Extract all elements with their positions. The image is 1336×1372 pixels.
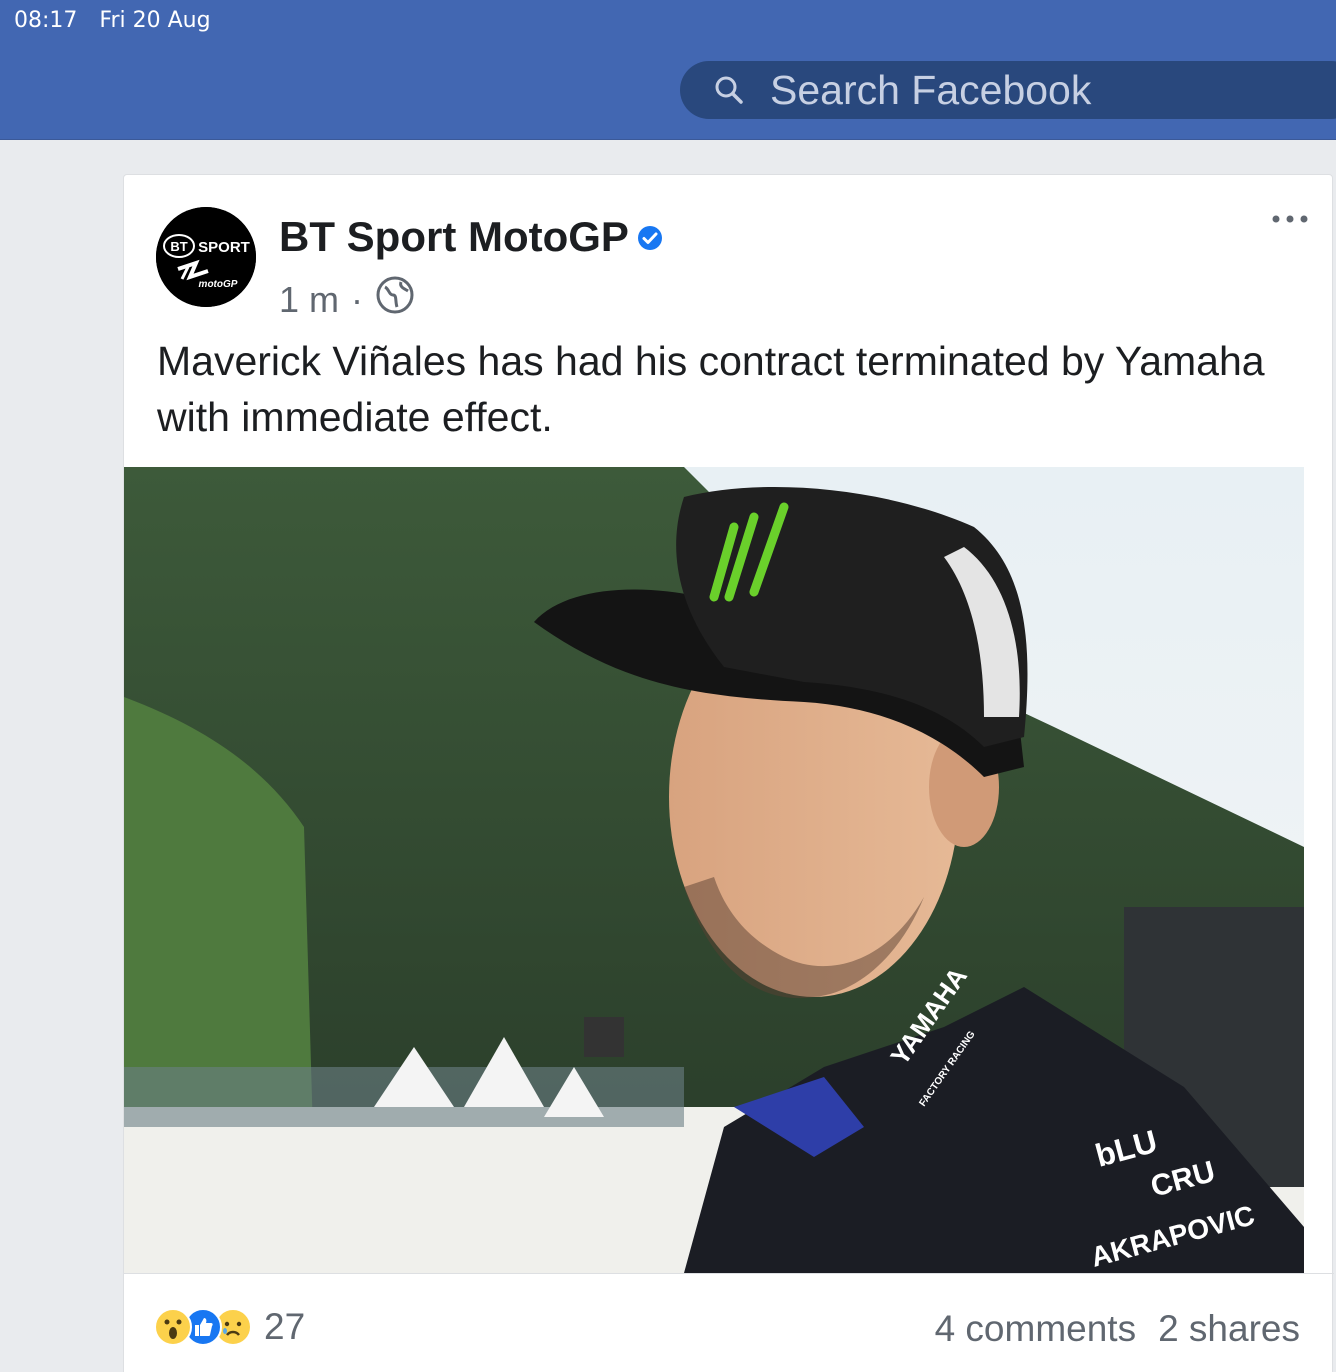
avatar-logo-bt: BT [170, 239, 187, 254]
more-options-icon[interactable] [1270, 211, 1310, 227]
status-time: 08:17 [14, 8, 78, 33]
avatar-logo-motogp: motoGP [199, 279, 238, 290]
page-name-link[interactable]: BT Sport MotoGP [279, 213, 663, 261]
comments-count-link[interactable]: 4 comments [935, 1308, 1137, 1350]
reaction-count: 27 [264, 1306, 306, 1347]
reactions-summary[interactable]: 27 [154, 1306, 305, 1348]
page-name[interactable]: BT Sport MotoGP [279, 213, 629, 261]
search-input[interactable] [770, 66, 1290, 114]
shares-count-link[interactable]: 2 shares [1158, 1308, 1300, 1350]
globe-icon[interactable] [375, 275, 415, 324]
post-timestamp[interactable]: 1 m [279, 279, 339, 321]
meta-separator: · [351, 278, 364, 320]
post-stats: 4 comments 2 shares [935, 1308, 1300, 1350]
page-avatar[interactable]: BT SPORT motoGP [156, 207, 256, 307]
post-text: Maverick Viñales has had his contract te… [157, 338, 1265, 440]
post-footer: 27 4 comments 2 shares [124, 1273, 1334, 1372]
post-photo[interactable]: YAMAHA FACTORY RACING bLU CRU AKRAPOVIC [124, 467, 1304, 1273]
avatar-logo-sport: SPORT [198, 239, 250, 256]
top-bar: 08:17 Fri 20 Aug [0, 0, 1336, 140]
post-card: BT SPORT motoGP BT Sport MotoGP 1 m · Ma… [123, 174, 1334, 1372]
search-bar[interactable] [680, 61, 1336, 119]
status-bar: 08:17 Fri 20 Aug [14, 8, 211, 33]
post-meta: 1 m · [279, 275, 415, 324]
search-icon [714, 75, 744, 105]
verified-badge-icon [637, 213, 663, 261]
wow-reaction-icon [154, 1308, 192, 1346]
status-date: Fri 20 Aug [99, 8, 211, 33]
